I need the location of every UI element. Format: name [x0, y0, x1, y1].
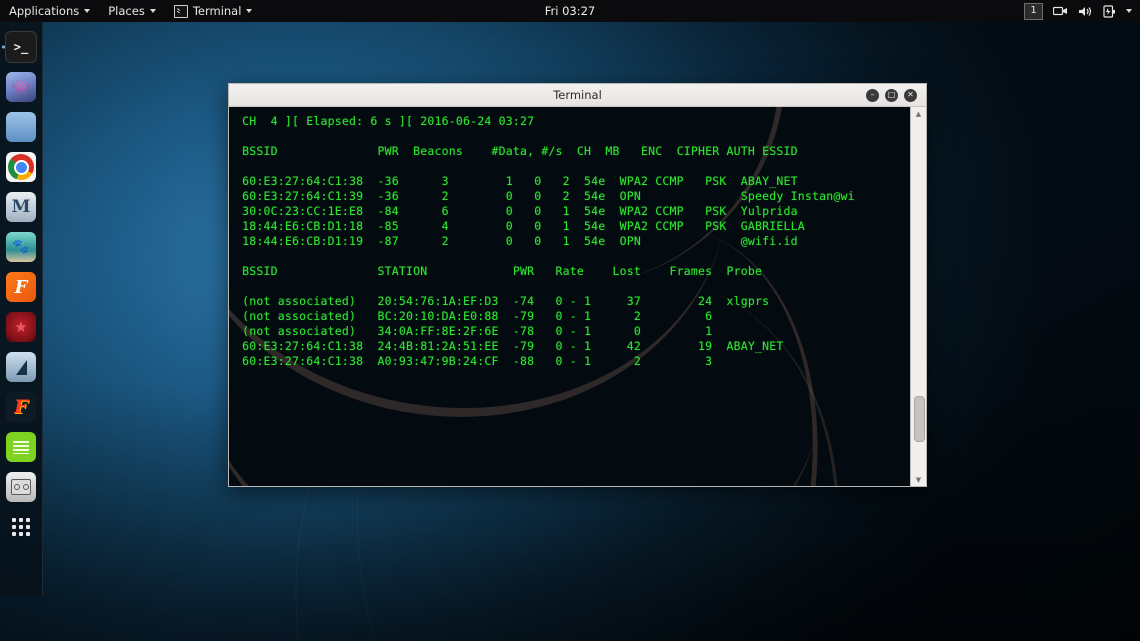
armitage-icon: ★ [6, 312, 36, 342]
terminal-icon [173, 4, 188, 18]
beef-icon: 🐾 [6, 232, 36, 262]
workspace-indicator[interactable]: 1 [1024, 2, 1043, 20]
dock-item-files[interactable] [1, 107, 41, 147]
dock-item-text-editor[interactable] [1, 427, 41, 467]
minimize-button[interactable]: – [866, 88, 879, 102]
dock-item-metasploit[interactable]: M [1, 187, 41, 227]
window-titlebar[interactable]: Terminal – □ ✕ [229, 84, 926, 107]
terminal-window-menu[interactable]: Terminal [165, 0, 262, 22]
scrollbar-thumb[interactable] [914, 396, 925, 442]
applications-menu[interactable]: Applications [0, 0, 99, 22]
scrollbar-track[interactable] [912, 120, 925, 473]
maximize-button[interactable]: □ [885, 88, 898, 102]
dock-item-armitage[interactable]: ★ [1, 307, 41, 347]
dock-item-burpsuite[interactable]: F [1, 267, 41, 307]
settings-icon [6, 472, 36, 502]
window-title: Terminal [553, 88, 602, 102]
chrome-icon [6, 152, 36, 182]
dock-item-settings[interactable] [1, 467, 41, 507]
battery-icon[interactable] [1103, 4, 1116, 18]
application-dock: >_ 👾 M 🐾 F ★ F [0, 22, 43, 597]
metasploit-icon: M [6, 192, 36, 222]
flame-icon: F [6, 392, 36, 422]
airodump-output: CH 4 ][ Elapsed: 6 s ][ 2016-06-24 03:27… [242, 114, 855, 368]
places-menu[interactable]: Places [99, 0, 165, 22]
kali-dragon-icon: 👾 [6, 72, 36, 102]
burp-glyph: F [14, 276, 28, 298]
terminal-window-menu-label: Terminal [192, 4, 242, 18]
dock-item-wireshark[interactable] [1, 347, 41, 387]
screenshot-icon[interactable] [1053, 5, 1068, 17]
dock-item-faraday[interactable]: F [1, 387, 41, 427]
terminal-body[interactable]: CH 4 ][ Elapsed: 6 s ][ 2016-06-24 03:27… [229, 107, 926, 486]
terminal-icon: >_ [5, 31, 37, 63]
terminal-window[interactable]: Terminal – □ ✕ CH 4 ][ Elapsed: 6 s ][ 2… [228, 83, 927, 487]
close-button[interactable]: ✕ [904, 88, 917, 102]
chevron-down-icon [246, 9, 253, 13]
chevron-down-icon[interactable] [1126, 9, 1132, 13]
places-menu-label: Places [108, 4, 145, 18]
dock-item-show-applications[interactable] [1, 507, 41, 547]
dock-item-terminal[interactable]: >_ [1, 27, 41, 67]
folder-icon [6, 112, 36, 142]
notes-icon [6, 432, 36, 462]
terminal-text-area[interactable]: CH 4 ][ Elapsed: 6 s ][ 2016-06-24 03:27… [229, 107, 910, 486]
chevron-down-icon [84, 9, 91, 13]
volume-icon[interactable] [1078, 5, 1093, 18]
burpsuite-icon: F [6, 272, 36, 302]
metasploit-glyph: M [11, 197, 31, 217]
wireshark-icon [6, 352, 36, 382]
scroll-down-arrow[interactable]: ▼ [912, 473, 925, 486]
dock-item-chrome[interactable] [1, 147, 41, 187]
apps-grid-icon [6, 512, 36, 542]
dock-item-beef[interactable]: 🐾 [1, 227, 41, 267]
panel-tray: 1 [1024, 0, 1140, 22]
chevron-down-icon [149, 9, 156, 13]
scroll-up-arrow[interactable]: ▲ [912, 107, 925, 120]
window-controls: – □ ✕ [866, 88, 926, 102]
dock-item-kali-menu[interactable]: 👾 [1, 67, 41, 107]
terminal-scrollbar[interactable]: ▲ ▼ [910, 107, 926, 486]
top-panel: Fri 03:27 Applications Places Terminal 1 [0, 0, 1140, 22]
faraday-glyph: F [14, 396, 28, 418]
applications-menu-label: Applications [9, 4, 80, 18]
desktop-screen: Fri 03:27 Applications Places Terminal 1 [0, 0, 1140, 641]
